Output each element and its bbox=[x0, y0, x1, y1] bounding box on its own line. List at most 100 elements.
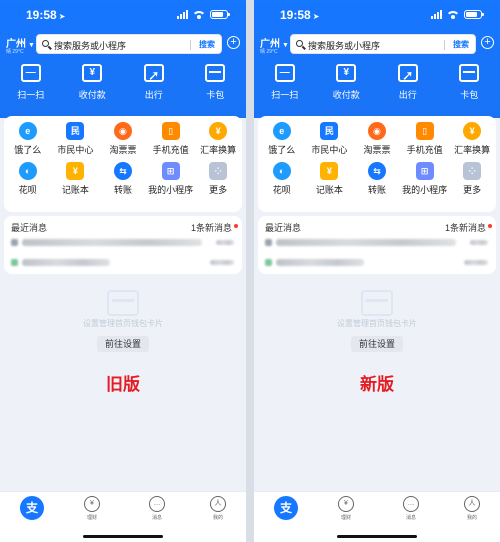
blurred-message-row bbox=[276, 259, 364, 266]
exchange-rate-icon: ¥ bbox=[209, 122, 228, 140]
message-icon: … bbox=[403, 496, 419, 512]
app-more[interactable]: ⁘ 更多 bbox=[448, 162, 496, 196]
home-indicator bbox=[337, 535, 417, 538]
battery-icon bbox=[210, 9, 230, 19]
main-actions: — 扫一扫 ¥ 收付款 ➚ 出行 卡包 bbox=[254, 64, 500, 104]
app-more[interactable]: ⁘ 更多 bbox=[194, 162, 242, 196]
travel-button[interactable]: ➚ 出行 bbox=[377, 64, 439, 104]
add-plus-icon[interactable]: + bbox=[227, 36, 240, 49]
blurred-message-row bbox=[22, 259, 110, 266]
card-wallet-icon bbox=[205, 64, 226, 82]
profile-icon: 人 bbox=[210, 496, 226, 512]
search-input[interactable]: 搜索服务或小程序 搜索 bbox=[36, 34, 222, 54]
app-account-book[interactable]: ¥ 记账本 bbox=[306, 162, 354, 196]
app-my-miniprograms[interactable]: ⊞ 我的小程序 bbox=[401, 162, 449, 196]
search-placeholder: 搜索服务或小程序 bbox=[54, 41, 127, 51]
home-indicator bbox=[83, 535, 163, 538]
search-placeholder: 搜索服务或小程序 bbox=[308, 41, 381, 51]
scan-button[interactable]: — 扫一扫 bbox=[0, 64, 62, 104]
app-taopiaopiao[interactable]: ◉ 淘票票 bbox=[353, 122, 401, 156]
recent-messages-card[interactable]: 最近消息 1条新消息 bbox=[4, 216, 242, 274]
account-book-icon: ¥ bbox=[66, 162, 85, 180]
go-settings-button[interactable]: 前往设置 bbox=[351, 336, 403, 352]
recent-messages-card[interactable]: 最近消息 1条新消息 bbox=[258, 216, 496, 274]
messages-count: 1条新消息 bbox=[444, 223, 486, 233]
travel-button[interactable]: ➚ 出行 bbox=[123, 64, 185, 104]
app-transfer[interactable]: ⇆ 转账 bbox=[99, 162, 147, 196]
blurred-message-row bbox=[22, 239, 202, 246]
app-transfer[interactable]: ⇆ 转账 bbox=[353, 162, 401, 196]
citizen-center-icon: 民 bbox=[320, 122, 339, 140]
pay-receive-button[interactable]: ¥ 收付款 bbox=[316, 64, 378, 104]
huabei-icon: ◐ bbox=[18, 162, 37, 180]
app-my-miniprograms[interactable]: ⊞ 我的小程序 bbox=[147, 162, 195, 196]
phone-recharge-icon: ▯ bbox=[415, 122, 434, 140]
tab-finance[interactable]: ¥ 理财 bbox=[326, 496, 366, 521]
exchange-rate-icon: ¥ bbox=[463, 122, 482, 140]
scan-icon: — bbox=[20, 64, 41, 82]
app-account-book[interactable]: ¥ 记账本 bbox=[52, 162, 100, 196]
alipay-home-icon: 支 bbox=[274, 496, 298, 520]
yuan-icon: ¥ bbox=[82, 64, 103, 82]
app-huabei[interactable]: ◐ 花呗 bbox=[258, 162, 306, 196]
battery-icon bbox=[464, 9, 484, 19]
wallet-card-placeholder-icon bbox=[361, 290, 393, 316]
app-citizen-center[interactable]: 民市民中心 bbox=[52, 122, 100, 156]
messages-title: 最近消息 bbox=[11, 223, 48, 233]
scan-button[interactable]: — 扫一扫 bbox=[254, 64, 316, 104]
tab-bar: 支 ¥ 理财 … 消息 人我的 bbox=[254, 491, 500, 542]
app-exchange-rate[interactable]: ¥ 汇率换算 bbox=[194, 122, 242, 156]
empty-hint: 设置管理首页钱包卡片 bbox=[337, 319, 417, 328]
tab-home[interactable]: 支 bbox=[266, 496, 306, 520]
main-actions: — 扫一扫 ¥ 收付款 ➚ 出行 卡包 bbox=[0, 64, 246, 104]
app-phone-recharge[interactable]: ▯ 手机充值 bbox=[401, 122, 449, 156]
unread-dot bbox=[234, 224, 238, 228]
app-eleme[interactable]: e 饿了么 bbox=[258, 122, 306, 156]
tab-home[interactable]: 支 bbox=[12, 496, 52, 520]
tab-messages[interactable]: … 消息 bbox=[137, 496, 177, 521]
messages-count: 1条新消息 bbox=[190, 223, 232, 233]
wifi-icon bbox=[447, 10, 459, 19]
more-grid-icon: ⁘ bbox=[209, 162, 228, 180]
eleme-icon: e bbox=[272, 122, 291, 140]
taopiaopiao-icon: ◉ bbox=[367, 122, 386, 140]
messages-title: 最近消息 bbox=[265, 223, 302, 233]
transfer-icon: ⇆ bbox=[367, 162, 386, 180]
app-taopiaopiao[interactable]: ◉ 淘票票 bbox=[99, 122, 147, 156]
search-button[interactable]: 搜索 bbox=[453, 39, 469, 50]
message-icon: … bbox=[149, 496, 165, 512]
phone-old-version: 19:58 ➤ 广州 ▼ 晴 29°C 搜索服务或小程序 搜索 + — 扫一扫 ¥ … bbox=[0, 0, 246, 542]
citizen-center-icon: 民 bbox=[66, 122, 85, 140]
pay-receive-button[interactable]: ¥ 收付款 bbox=[62, 64, 124, 104]
search-input[interactable]: 搜索服务或小程序 搜索 bbox=[290, 34, 476, 54]
weather-text: 晴 29°C bbox=[6, 49, 24, 55]
search-row: 广州 ▼ 晴 29°C 搜索服务或小程序 搜索 + bbox=[260, 34, 494, 56]
app-huabei[interactable]: ◐ 花呗 bbox=[4, 162, 52, 196]
tab-profile[interactable]: 人我的 bbox=[198, 496, 238, 521]
app-eleme[interactable]: e 饿了么 bbox=[4, 122, 52, 156]
eleme-icon: e bbox=[18, 122, 37, 140]
tab-messages[interactable]: … 消息 bbox=[391, 496, 431, 521]
add-plus-icon[interactable]: + bbox=[481, 36, 494, 49]
status-time: 19:58 ➤ bbox=[26, 8, 66, 22]
chevron-down-icon: ▼ bbox=[282, 42, 289, 49]
go-settings-button[interactable]: 前往设置 bbox=[97, 336, 149, 352]
app-exchange-rate[interactable]: ¥ 汇率换算 bbox=[448, 122, 496, 156]
finance-icon: ¥ bbox=[338, 496, 354, 512]
app-grid-panel: e 饿了么 民市民中心 ◉ 淘票票 ▯ 手机充值 ¥ 汇率换算 ◐ 花呗 ¥ 记账本 ⇆ 转账… bbox=[258, 116, 496, 212]
signal-icon bbox=[177, 9, 188, 19]
card-wallet-button[interactable]: 卡包 bbox=[439, 64, 500, 104]
search-button[interactable]: 搜索 bbox=[199, 39, 215, 50]
unread-dot bbox=[488, 224, 492, 228]
card-wallet-button[interactable]: 卡包 bbox=[185, 64, 247, 104]
transfer-icon: ⇆ bbox=[113, 162, 132, 180]
signal-icon bbox=[431, 9, 442, 19]
tab-finance[interactable]: ¥ 理财 bbox=[72, 496, 112, 521]
tab-profile[interactable]: 人我的 bbox=[452, 496, 492, 521]
app-grid-panel: e 饿了么 民市民中心 ◉ 淘票票 ▯ 手机充值 ¥ 汇率换算 ◐ 花呗 ¥ 记账本 ⇆ 转账… bbox=[4, 116, 242, 212]
app-phone-recharge[interactable]: ▯ 手机充值 bbox=[147, 122, 195, 156]
wifi-icon bbox=[193, 10, 205, 19]
finance-icon: ¥ bbox=[84, 496, 100, 512]
app-citizen-center[interactable]: 民市民中心 bbox=[306, 122, 354, 156]
empty-hint: 设置管理首页钱包卡片 bbox=[83, 319, 163, 328]
